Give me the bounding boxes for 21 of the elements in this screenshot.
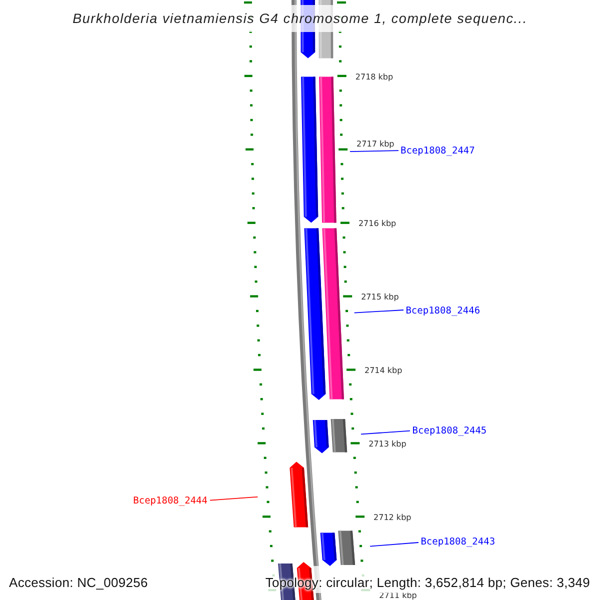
tick-label: 2711 kbp: [379, 591, 417, 600]
map-title: Burkholderia vietnamiensis G4 chromosome 1, complete sequenc...: [72, 12, 528, 26]
tick-label: 2712 kbp: [374, 512, 412, 522]
gene-label: Bcep1808_2445: [412, 426, 487, 436]
gene-label: Bcep1808_2443: [420, 536, 496, 548]
leader-line: [354, 310, 404, 314]
gene-label: Bcep1808_2446: [406, 306, 480, 316]
leader-line: [210, 496, 258, 501]
genome-stats-text: Topology: circular; Length: 3,652,814 bp; Genes: 3,349: [265, 576, 590, 589]
leader-line: [370, 542, 419, 547]
tick-label: 2713 kbp: [368, 440, 406, 448]
leader-line: [360, 430, 410, 435]
tick-label: 2717 kbp: [356, 140, 394, 149]
tick-label: 2716 kbp: [358, 219, 396, 228]
leader-line: [350, 150, 399, 152]
gene-label: Bcep1808_2447: [400, 146, 475, 156]
accession-text: Accession: NC_009256: [9, 576, 148, 589]
tick-label: 2714 kbp: [364, 366, 402, 376]
gene-label: Bcep1808_2444: [133, 496, 208, 506]
tick-label: 2715 kbp: [361, 292, 399, 302]
tick-label: 2718 kbp: [355, 72, 394, 82]
